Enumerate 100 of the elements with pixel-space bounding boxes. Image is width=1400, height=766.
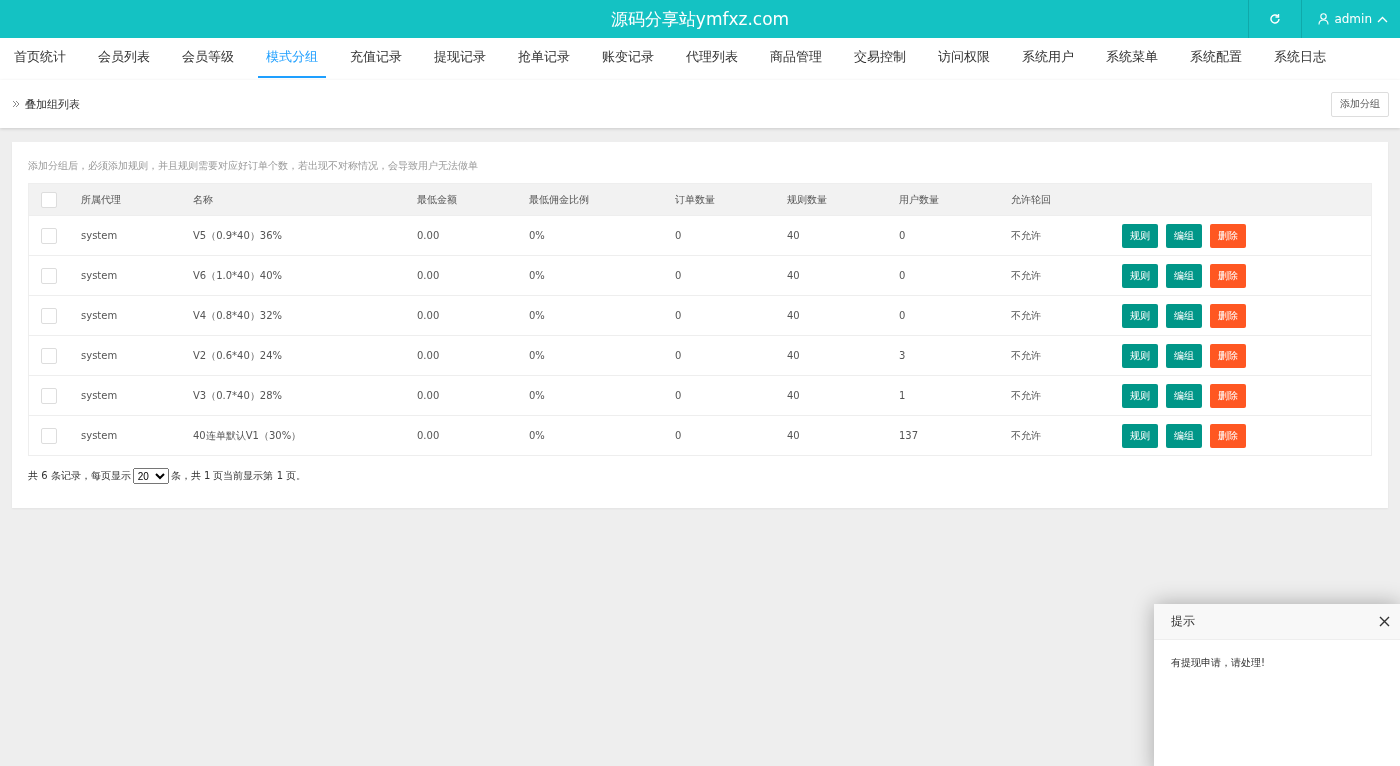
column-header: 最低金额 (417, 192, 457, 207)
action-button[interactable]: 编组 (1166, 303, 1202, 328)
notice-text: 添加分组后，必须添加规则，并且规则需要对应好订单个数，若出现不对称情况，会导致用户无法做单 (28, 160, 479, 173)
breadcrumb-title: 叠加组列表 (25, 96, 80, 112)
column-header: 最低佣金比例 (529, 192, 589, 207)
row-checkbox[interactable] (41, 347, 57, 364)
delete-button[interactable]: 删除 (1210, 303, 1246, 328)
table-cell: 0.00 (417, 430, 440, 441)
pager-text: 条，共 1 页当前显示第 1 页。 (170, 469, 307, 483)
pager-text: 共 6 条记录，每页显示 (28, 469, 131, 483)
action-button[interactable]: 规则 (1122, 303, 1158, 328)
table-cell: 40 (787, 310, 800, 321)
table-cell: V2（0.6*40）24% (193, 348, 283, 363)
table-cell: 0 (675, 230, 682, 241)
delete-button[interactable]: 删除 (1210, 223, 1246, 248)
row-checkbox[interactable] (41, 387, 57, 404)
table-cell: 40 (787, 350, 800, 361)
nav-tab[interactable]: 系统用户 (1014, 38, 1082, 78)
nav-tab[interactable]: 代理列表 (678, 38, 746, 78)
delete-button[interactable]: 删除 (1210, 343, 1246, 368)
table-cell: 0.00 (417, 270, 440, 281)
action-button[interactable]: 编组 (1166, 263, 1202, 288)
table-cell: 0.00 (417, 310, 440, 321)
delete-button[interactable]: 删除 (1210, 423, 1246, 448)
caret-icon (1377, 15, 1388, 23)
table-cell: 0% (529, 310, 545, 321)
page-size-select[interactable]: 20 (132, 468, 169, 484)
table-cell: 不允许 (1011, 348, 1041, 363)
nav-tab[interactable]: 会员列表 (90, 38, 158, 78)
table-cell: 0 (675, 430, 682, 441)
close-button[interactable] (1377, 614, 1392, 629)
action-button[interactable]: 编组 (1166, 223, 1202, 248)
table-cell: system (81, 230, 118, 241)
nav-tab[interactable]: 首页统计 (6, 38, 74, 78)
table-cell: system (81, 310, 118, 321)
action-button[interactable]: 规则 (1122, 343, 1158, 368)
nav-tab[interactable]: 提现记录 (426, 38, 494, 78)
table-cell: 不允许 (1011, 428, 1041, 443)
nav-tab[interactable]: 抢单记录 (510, 38, 578, 78)
table-cell: 0.00 (417, 230, 440, 241)
add-group-button[interactable]: 添加分组 (1331, 91, 1389, 117)
action-button[interactable]: 规则 (1122, 423, 1158, 448)
nav-tab[interactable]: 系统配置 (1182, 38, 1250, 78)
table-cell: system (81, 270, 118, 281)
table-cell: 不允许 (1011, 228, 1041, 243)
column-header: 名称 (193, 192, 213, 207)
row-checkbox[interactable] (41, 227, 57, 244)
table-cell: V6（1.0*40）40% (193, 268, 283, 283)
row-checkbox[interactable] (41, 427, 57, 444)
refresh-icon (1269, 13, 1282, 25)
table-cell: 0 (899, 270, 906, 281)
column-header: 规则数量 (787, 192, 827, 207)
select-all-checkbox[interactable] (41, 191, 57, 208)
table-cell: 0.00 (417, 390, 440, 401)
table-cell: 40 (787, 390, 800, 401)
nav-tab[interactable]: 系统菜单 (1098, 38, 1166, 78)
popup-title: 提示 (1171, 613, 1195, 630)
table-cell: 40 (787, 230, 800, 241)
row-checkbox[interactable] (41, 267, 57, 284)
table-cell: 0% (529, 430, 545, 441)
nav-tab[interactable]: 系统日志 (1266, 38, 1334, 78)
action-button[interactable]: 规则 (1122, 263, 1158, 288)
popup-message: 有提现申请，请处理! (1171, 657, 1265, 668)
nav-tab[interactable]: 会员等级 (174, 38, 242, 78)
table-cell: 0 (675, 390, 682, 401)
delete-button[interactable]: 删除 (1210, 263, 1246, 288)
table-cell: 0% (529, 390, 545, 401)
nav-tab[interactable]: 访问权限 (930, 38, 998, 78)
action-button[interactable]: 规则 (1122, 383, 1158, 408)
column-header: 订单数量 (675, 192, 715, 207)
table-cell: system (81, 390, 118, 401)
action-button[interactable]: 规则 (1122, 223, 1158, 248)
action-button[interactable]: 编组 (1166, 383, 1202, 408)
table-cell: 0% (529, 350, 545, 361)
table-cell: 3 (899, 350, 906, 361)
table-cell: V3（0.7*40）28% (193, 388, 283, 403)
nav-tab[interactable]: 账变记录 (594, 38, 662, 78)
table-cell: 40 (787, 430, 800, 441)
nav-tab[interactable]: 充值记录 (342, 38, 410, 78)
table-cell: 40 (787, 270, 800, 281)
table-cell: 0 (899, 310, 906, 321)
table-cell: system (81, 430, 118, 441)
column-header: 用户数量 (899, 192, 939, 207)
table-cell: V5（0.9*40）36% (193, 228, 283, 243)
action-button[interactable]: 编组 (1166, 343, 1202, 368)
delete-button[interactable]: 删除 (1210, 383, 1246, 408)
table-cell: 0% (529, 230, 545, 241)
nav-tab[interactable]: 模式分组 (258, 38, 326, 78)
action-button[interactable]: 编组 (1166, 423, 1202, 448)
row-checkbox[interactable] (41, 307, 57, 324)
table-cell: system (81, 350, 118, 361)
table-cell: V4（0.8*40）32% (193, 308, 283, 323)
table-cell: 0 (899, 230, 906, 241)
nav-tab[interactable]: 交易控制 (846, 38, 914, 78)
table-cell: 40连单默认V1（30%） (193, 428, 302, 443)
double-chevron-icon (12, 100, 20, 108)
column-header: 所属代理 (81, 192, 121, 207)
table-cell: 不允许 (1011, 388, 1041, 403)
nav-tab[interactable]: 商品管理 (762, 38, 830, 78)
table-cell: 0 (675, 350, 682, 361)
